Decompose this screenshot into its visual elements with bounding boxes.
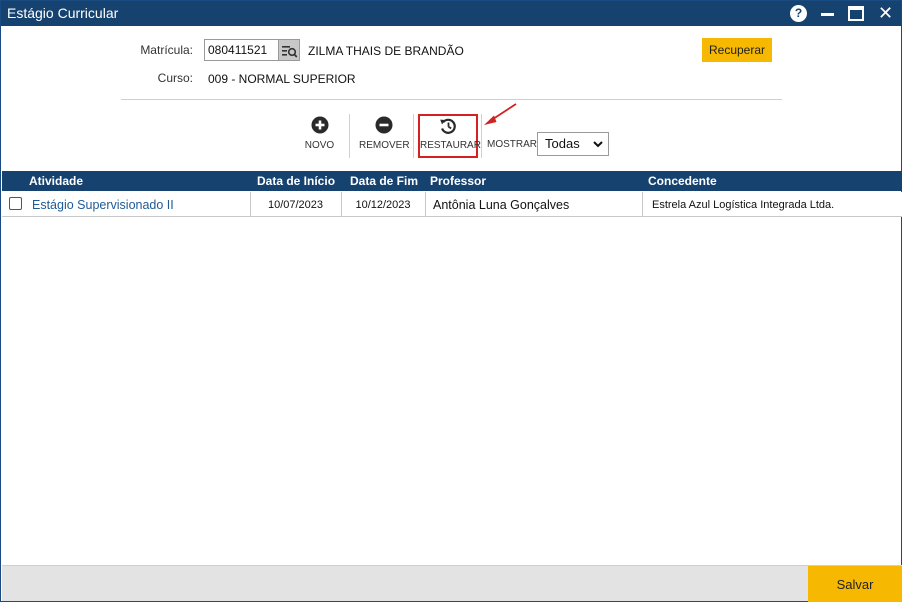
minimize-icon [821,13,834,16]
plus-circle-icon [311,116,328,134]
column-header-data-fim[interactable]: Data de Fim [350,174,418,188]
cell-divider [425,192,426,216]
salvar-button[interactable]: Salvar [808,566,902,602]
mostrar-selected-value: Todas [545,136,580,151]
window-title: Estágio Curricular [7,5,119,21]
restore-history-icon [440,118,456,134]
maximize-button[interactable] [847,5,865,23]
student-name: ZILMA THAIS DE BRANDÃO [308,44,464,58]
grid-header: Atividade Data de Início Data de Fim Pro… [2,171,902,191]
annotation-arrow-icon [484,103,517,125]
matricula-input[interactable] [204,39,279,61]
minimize-button[interactable] [819,5,837,23]
recuperar-button[interactable]: Recuperar [702,38,772,62]
column-header-atividade[interactable]: Atividade [29,174,83,188]
restaurar-label: RESTAURAR [420,140,481,151]
cell-atividade[interactable]: Estágio Supervisionado II [32,198,174,212]
help-icon: ? [790,5,807,22]
search-list-icon [282,46,298,58]
table-row[interactable]: Estágio Supervisionado II 10/07/2023 10/… [2,192,902,217]
chevron-down-icon [593,141,603,148]
toolbar-separator [413,114,414,158]
search-student-button[interactable] [279,39,300,61]
column-header-data-inicio[interactable]: Data de Início [257,174,335,188]
close-button[interactable]: ✕ [877,3,895,23]
matricula-label: Matrícula: [140,43,193,57]
novo-label: NOVO [304,140,335,151]
row-checkbox[interactable] [9,197,22,210]
restaurar-button[interactable]: RESTAURAR [418,114,481,158]
cell-concedente: Estrela Azul Logística Integrada Ltda. [652,199,835,211]
cell-professor: Antônia Luna Gonçalves [433,198,570,212]
column-header-professor[interactable]: Professor [430,174,486,188]
divider [121,99,782,100]
mostrar-select[interactable]: Todas [537,132,609,156]
cell-data-inicio: 10/07/2023 [267,199,324,211]
title-bar: Estágio Curricular ? ✕ [1,1,901,26]
help-button[interactable]: ? [789,5,807,23]
curso-label: Curso: [157,71,193,85]
novo-button[interactable]: NOVO [301,114,338,158]
cell-data-fim: 10/12/2023 [355,199,411,211]
window: Estágio Curricular ? ✕ Matrícula: ZILMA … [0,0,902,602]
close-icon: ✕ [878,3,894,23]
minus-circle-icon [375,116,393,134]
cell-divider [642,192,643,216]
curso-value: 009 - NORMAL SUPERIOR [208,72,356,86]
footer-bar: Salvar [2,565,902,602]
remover-button[interactable]: REMOVER [359,114,410,158]
toolbar-separator [349,114,350,158]
mostrar-label: MOSTRAR: [487,139,540,150]
maximize-icon [848,6,864,21]
column-header-concedente[interactable]: Concedente [648,174,717,188]
remover-label: REMOVER [359,140,410,151]
